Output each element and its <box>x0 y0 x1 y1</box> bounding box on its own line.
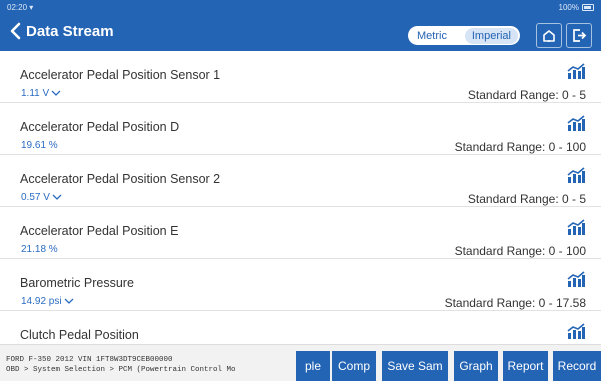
unit-imperial-option[interactable]: Imperial <box>464 27 518 44</box>
chevron-left-icon[interactable] <box>9 22 23 40</box>
parameter-value[interactable]: 0.57 V <box>21 192 62 203</box>
top-bar: 02:20 ▾ 100% Data Stream Metric Imperial <box>0 0 601 51</box>
data-stream-row[interactable]: Accelerator Pedal Position Sensor 2 0.57 … <box>0 155 601 207</box>
bar-chart-icon[interactable] <box>566 271 586 288</box>
signal-icon: ▾ <box>29 3 34 12</box>
data-stream-row[interactable]: Accelerator Pedal Position Sensor 1 1.11 … <box>0 51 601 103</box>
compare-button[interactable]: Comp <box>332 351 376 381</box>
vehicle-info: FORD F-350 2012 VIN 1FT8W3DT9CEB00000 OB… <box>6 355 296 375</box>
standard-range: Standard Range: 0 - 100 <box>454 244 586 258</box>
chevron-down-icon[interactable] <box>52 192 62 203</box>
parameter-value-text: 14.92 psi <box>21 296 62 307</box>
data-stream-row[interactable]: Accelerator Pedal Position D 19.61 % Stand… <box>0 103 601 155</box>
page-title: Data Stream <box>26 23 114 40</box>
parameter-value: 19.61 % <box>21 140 58 151</box>
graph-button[interactable]: Graph <box>454 351 498 381</box>
parameter-value-text: 0.57 V <box>21 192 50 203</box>
parameter-value-text: 21.18 % <box>21 244 58 255</box>
standard-range: Standard Range: 0 - 100 <box>454 140 586 154</box>
data-stream-row[interactable]: Accelerator Pedal Position E 21.18 % Stand… <box>0 207 601 259</box>
unit-metric-option[interactable]: Metric <box>410 27 454 44</box>
vehicle-info-line: FORD F-350 2012 VIN 1FT8W3DT9CEB00000 <box>6 356 173 364</box>
parameter-name: Accelerator Pedal Position E <box>20 224 179 238</box>
parameter-name: Accelerator Pedal Position D <box>20 120 180 134</box>
save-sample-button[interactable]: Save Sam <box>382 351 448 381</box>
standard-range: Standard Range: 0 - 17.58 <box>444 296 586 310</box>
breadcrumb: OBD > System Selection > PCM (Powertrain… <box>6 366 236 374</box>
parameter-value-text: 19.61 % <box>21 140 58 151</box>
exit-button[interactable] <box>566 23 592 48</box>
data-stream-list: Accelerator Pedal Position Sensor 1 1.11 … <box>0 51 601 363</box>
status-time-text: 02:20 <box>7 3 28 12</box>
parameter-value[interactable]: 1.11 V <box>21 88 61 99</box>
parameter-name: Accelerator Pedal Position Sensor 2 <box>20 172 221 186</box>
chevron-down-icon[interactable] <box>64 296 74 307</box>
status-time: 02:20 ▾ <box>7 3 33 12</box>
status-right: 100% <box>559 3 594 12</box>
battery-icon <box>582 4 594 11</box>
bar-chart-icon[interactable] <box>566 219 586 236</box>
battery-text: 100% <box>558 3 579 12</box>
exit-icon <box>572 29 586 42</box>
record-button[interactable]: Record <box>553 351 601 381</box>
report-button[interactable]: Report <box>503 351 548 381</box>
unit-toggle[interactable]: Metric Imperial <box>408 26 520 45</box>
parameter-value[interactable]: 14.92 psi <box>21 296 74 307</box>
bar-chart-icon[interactable] <box>566 167 586 184</box>
parameter-value: 21.18 % <box>21 244 58 255</box>
bar-chart-icon[interactable] <box>566 115 586 132</box>
standard-range: Standard Range: 0 - 5 <box>467 192 586 206</box>
home-button[interactable] <box>536 23 562 48</box>
data-stream-row[interactable]: Barometric Pressure 14.92 psi Standard Ran… <box>0 259 601 311</box>
bar-chart-icon[interactable] <box>566 63 586 80</box>
parameter-name: Clutch Pedal Position <box>20 328 139 342</box>
bottom-bar: FORD F-350 2012 VIN 1FT8W3DT9CEB00000 OB… <box>0 344 601 381</box>
parameter-value-text: 1.11 V <box>21 88 50 99</box>
parameter-name: Barometric Pressure <box>20 276 134 290</box>
bar-chart-icon[interactable] <box>566 323 586 340</box>
home-icon <box>543 29 555 42</box>
standard-range: Standard Range: 0 - 5 <box>467 88 586 102</box>
parameter-name: Accelerator Pedal Position Sensor 1 <box>20 68 221 82</box>
chevron-down-icon[interactable] <box>51 88 61 99</box>
sample-button[interactable]: ple <box>296 351 330 381</box>
